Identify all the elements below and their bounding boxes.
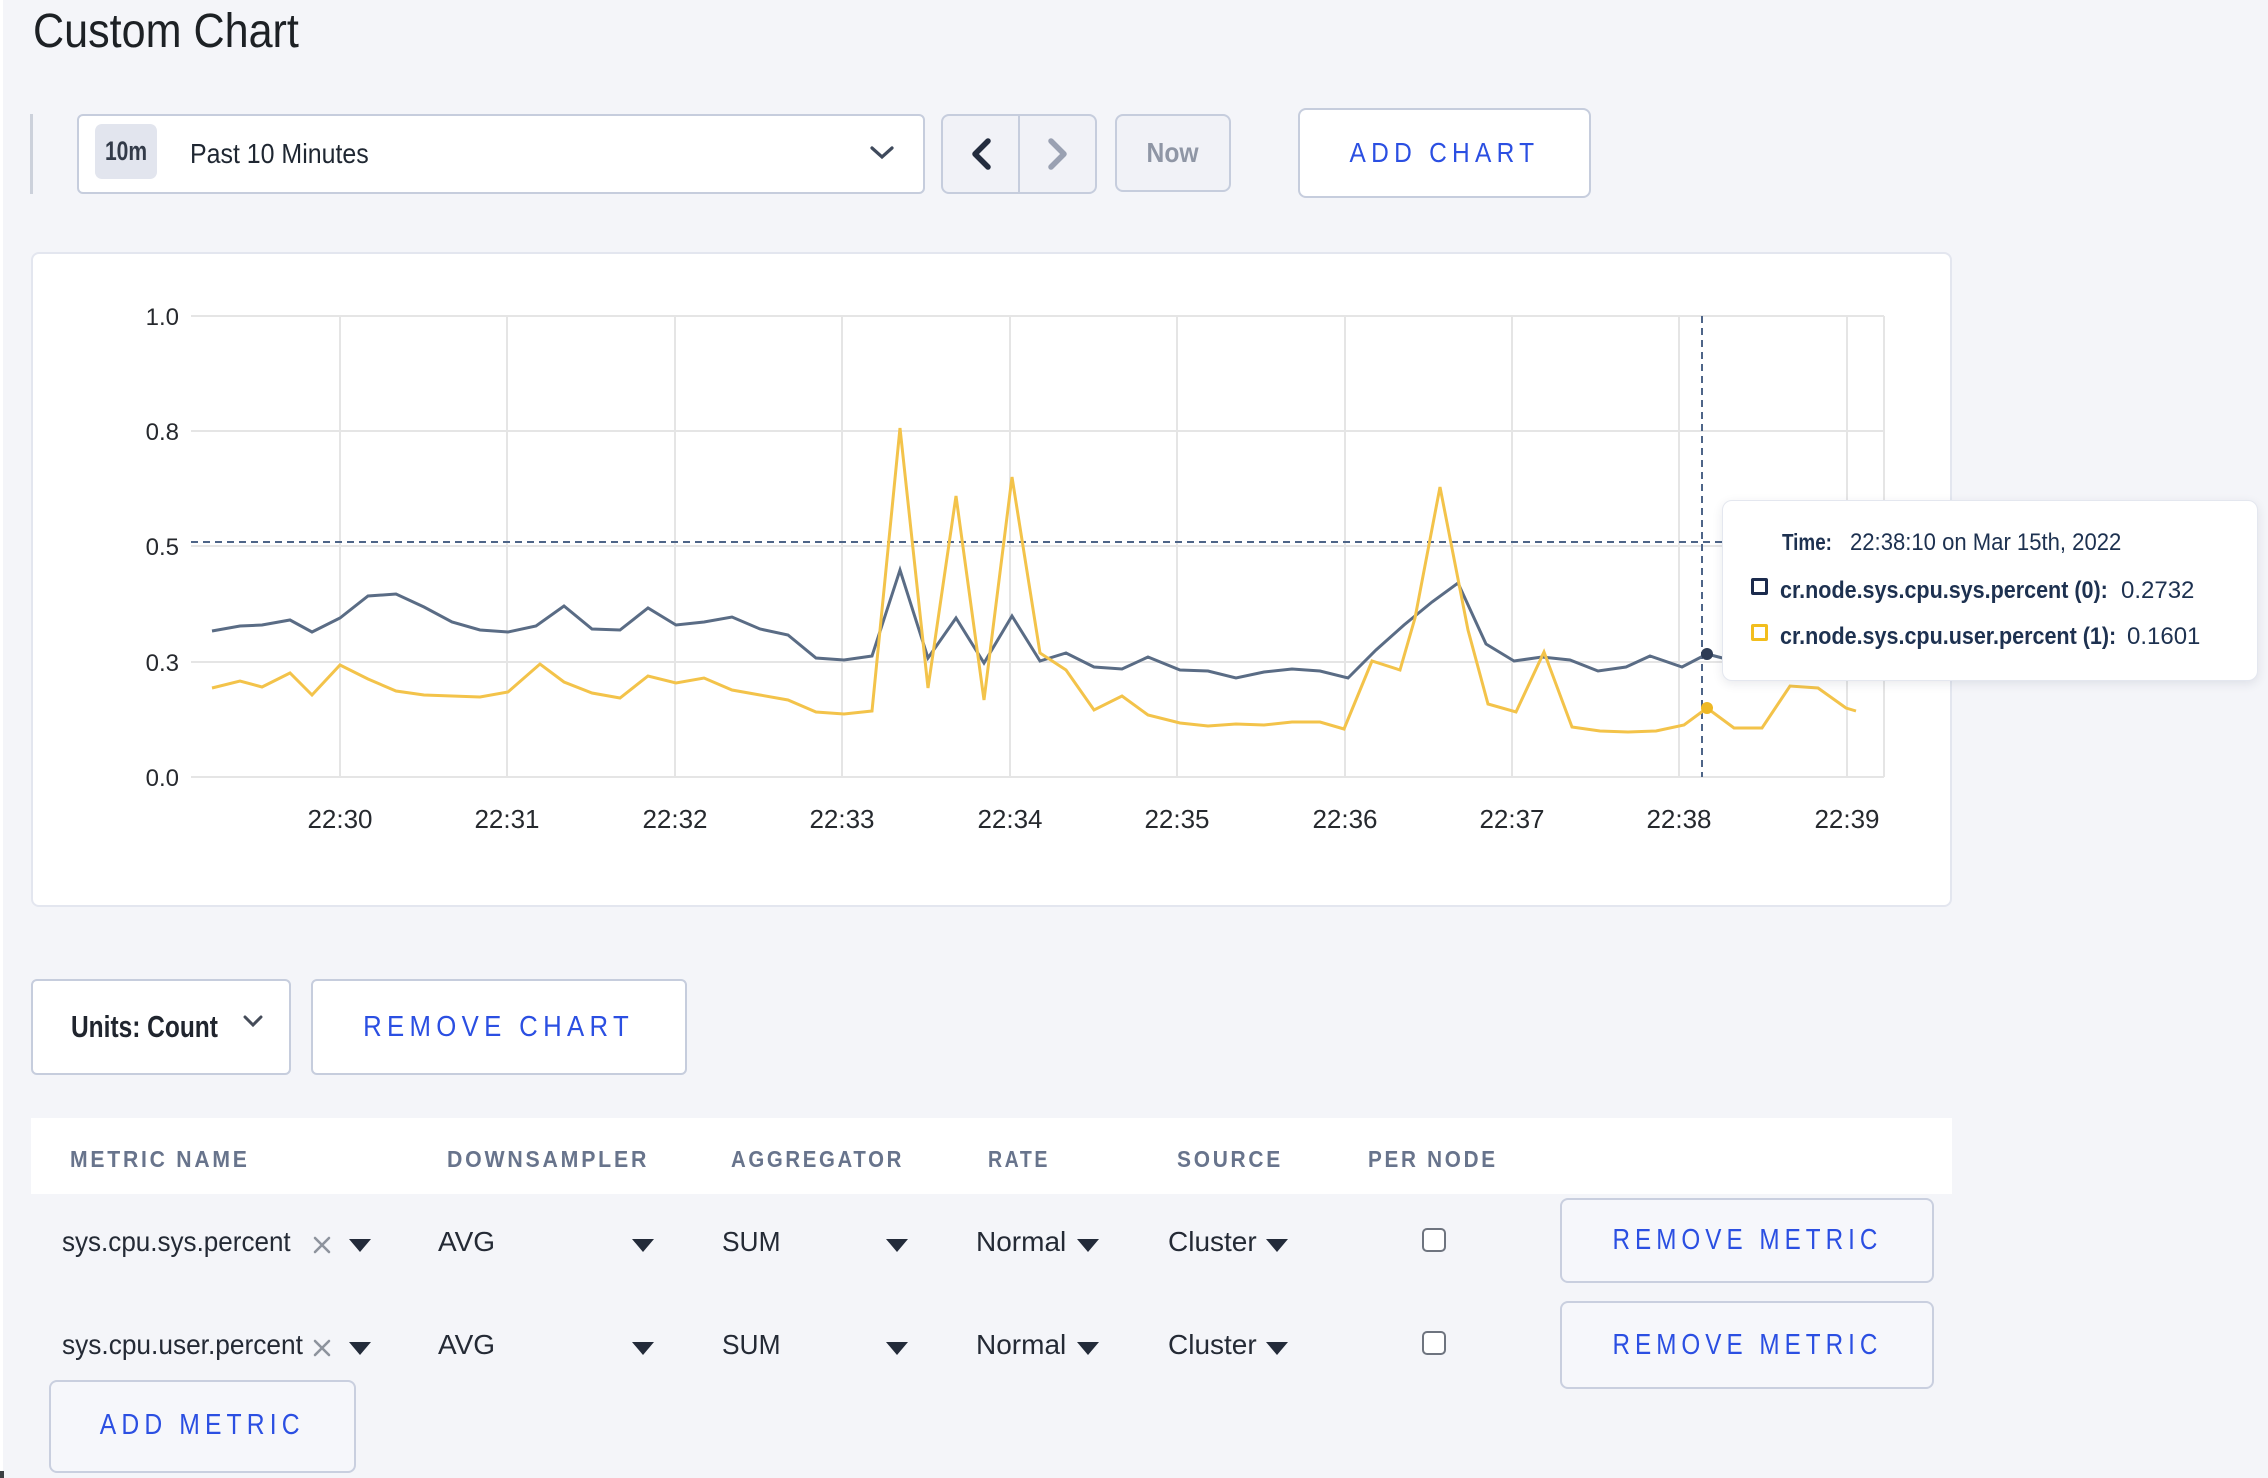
svg-text:0.0: 0.0 — [146, 765, 179, 792]
svg-text:22:34: 22:34 — [977, 804, 1042, 834]
svg-text:22:31: 22:31 — [474, 804, 539, 834]
svg-text:22:39: 22:39 — [1814, 804, 1879, 834]
svg-text:0.5: 0.5 — [146, 534, 179, 561]
svg-text:1.0: 1.0 — [146, 304, 179, 331]
svg-text:22:30: 22:30 — [307, 804, 372, 834]
svg-text:0.3: 0.3 — [146, 650, 179, 677]
svg-text:22:32: 22:32 — [642, 804, 707, 834]
svg-text:22:35: 22:35 — [1144, 804, 1209, 834]
svg-text:22:37: 22:37 — [1479, 804, 1544, 834]
svg-text:22:33: 22:33 — [809, 804, 874, 834]
svg-text:22:36: 22:36 — [1312, 804, 1377, 834]
svg-text:22:38: 22:38 — [1646, 804, 1711, 834]
svg-text:0.8: 0.8 — [146, 419, 179, 446]
